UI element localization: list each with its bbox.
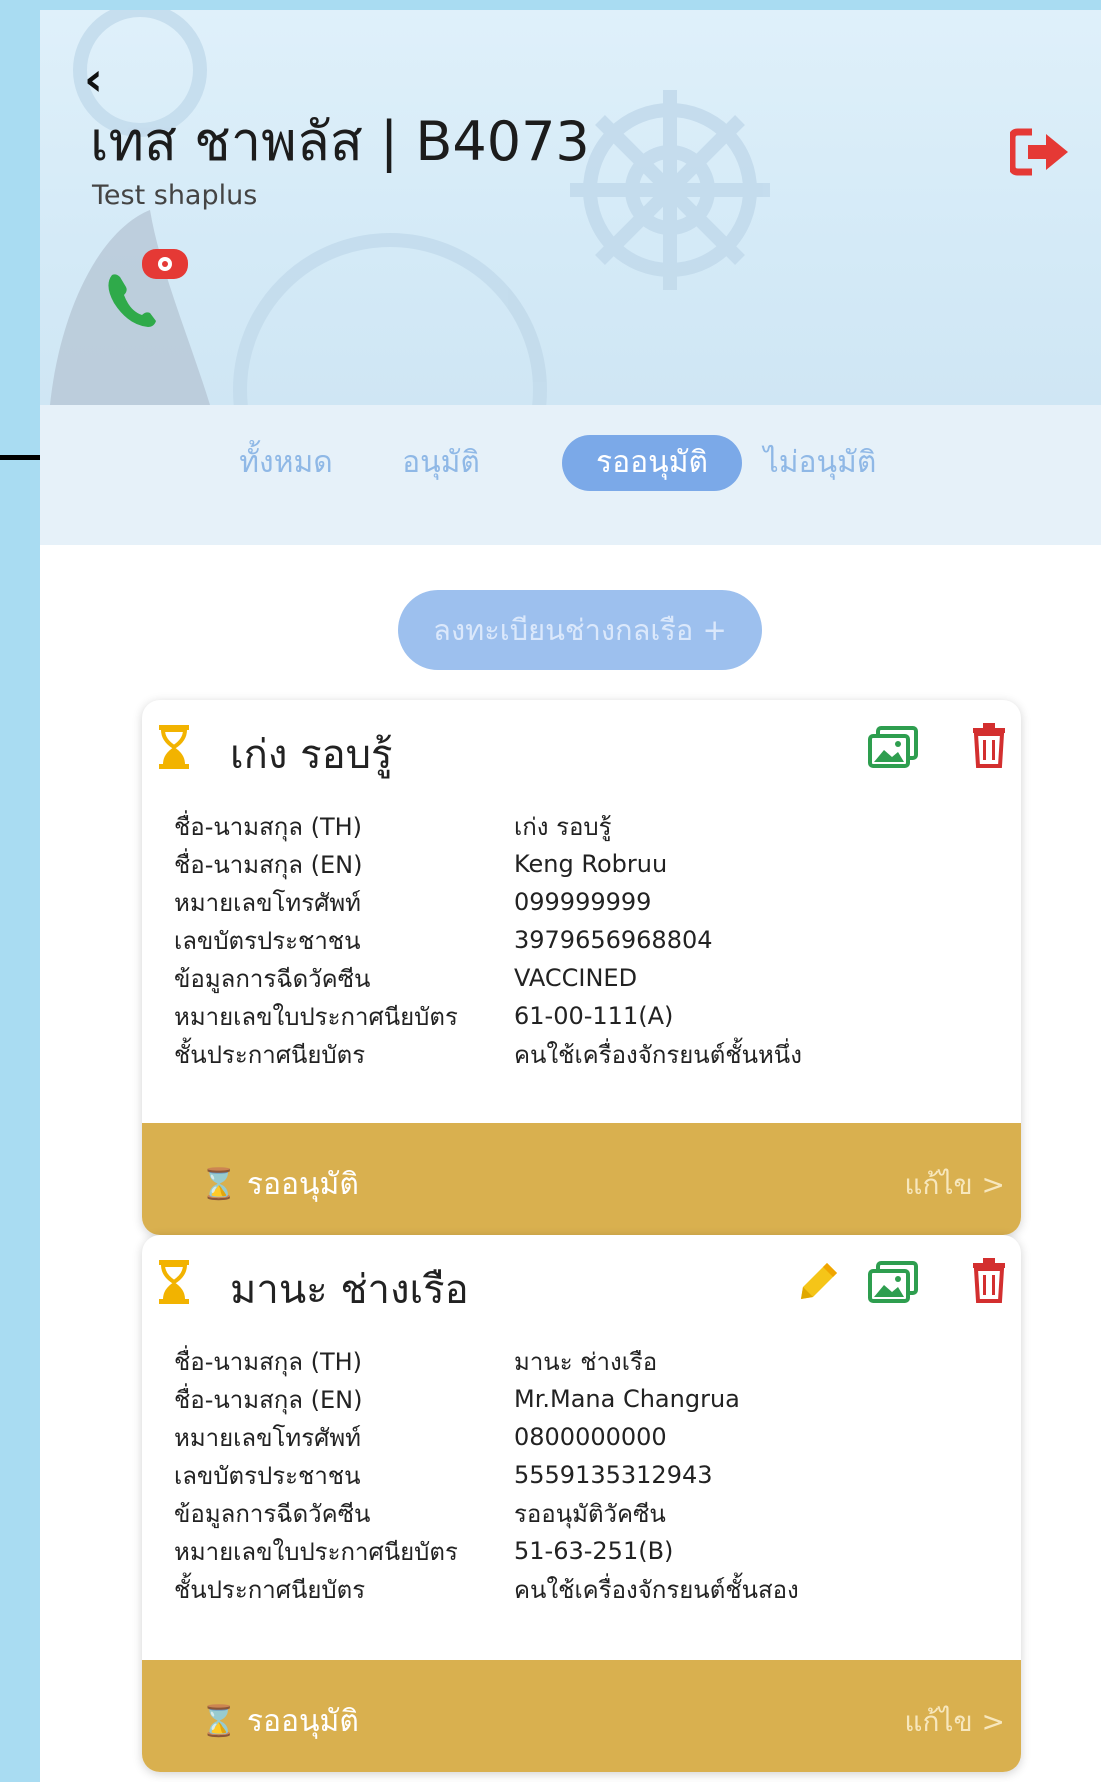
- card-details: ชื่อ-นามสกุล (TH) เก่ง รอบรู้ ชื่อ-นามสกุ…: [142, 795, 1021, 1073]
- field-label: ชื่อ-นามสกุล (EN): [174, 850, 363, 879]
- field-value: 099999999: [514, 888, 652, 916]
- engineer-card: มานะ ช่างเรือ ชื่อ-นามสกุล (TH) มานะ ช่า…: [142, 1235, 1021, 1772]
- page-subtitle: Test shaplus: [92, 180, 258, 211]
- field-label: ชื่อ-นามสกุล (TH): [174, 1347, 363, 1376]
- status-tabs: ทั้งหมด อนุมัติ รออนุมัติ ไม่อนุมัติ: [40, 405, 1101, 545]
- register-engineer-button[interactable]: ลงทะเบียนช่างกลเรือ +: [398, 590, 762, 670]
- field-label: เลขบัตรประชาชน: [174, 926, 361, 955]
- card-name: เก่ง รอบรู้: [230, 732, 393, 778]
- trash-icon[interactable]: [972, 1257, 1006, 1303]
- field-value: 5559135312943: [514, 1461, 713, 1489]
- detail-row: ชื่อ-นามสกุล (TH) มานะ ช่างเรือ: [174, 1342, 1021, 1380]
- field-label: หมายเลขใบประกาศนียบัตร: [174, 1002, 458, 1031]
- field-label: ข้อมูลการฉีดวัคซีน: [174, 1499, 371, 1528]
- tab-pending[interactable]: รออนุมัติ: [562, 435, 742, 491]
- field-value: Mr.Mana Changrua: [514, 1385, 740, 1413]
- logout-icon[interactable]: [1010, 128, 1070, 176]
- field-value: Keng Robruu: [514, 850, 668, 878]
- detail-row: ข้อมูลการฉีดวัคซีน VACCINED: [174, 959, 1021, 997]
- detail-row: ชื่อ-นามสกุล (EN) Mr.Mana Changrua: [174, 1380, 1021, 1418]
- status-label: ⌛ รออนุมัติ: [200, 1704, 359, 1739]
- card-header: เก่ง รอบรู้: [142, 700, 1021, 795]
- field-value: 61-00-111(A): [514, 1002, 674, 1030]
- edit-link[interactable]: แก้ไข >: [904, 1163, 1005, 1207]
- tab-all[interactable]: ทั้งหมด: [226, 435, 346, 491]
- field-value: รออนุมัติวัคซีน: [514, 1499, 666, 1528]
- field-label: หมายเลขโทรศัพท์: [174, 888, 361, 917]
- hourglass-icon: [159, 1260, 189, 1304]
- detail-row: เลขบัตรประชาชน 3979656968804: [174, 921, 1021, 959]
- status-text: รออนุมัติ: [246, 1704, 359, 1739]
- detail-row: ชื่อ-นามสกุล (EN) Keng Robruu: [174, 845, 1021, 883]
- field-label: หมายเลขใบประกาศนียบัตร: [174, 1537, 458, 1566]
- status-label: ⌛ รออนุมัติ: [200, 1167, 359, 1202]
- emergency-call-icon[interactable]: [102, 245, 192, 335]
- image-icon[interactable]: [868, 726, 918, 768]
- field-value: 3979656968804: [514, 926, 713, 954]
- engineer-card: เก่ง รอบรู้ ชื่อ-นามสกุล (TH) เก่ง รอบรู้…: [142, 700, 1021, 1235]
- page-title: เทส ชาพลัส | B4073: [90, 110, 590, 173]
- field-value: 0800000000: [514, 1423, 667, 1451]
- card-header: มานะ ช่างเรือ: [142, 1235, 1021, 1330]
- detail-row: หมายเลขใบประกาศนียบัตร 51-63-251(B): [174, 1532, 1021, 1570]
- field-label: ชั้นประกาศนียบัตร: [174, 1040, 366, 1069]
- card-footer: ⌛ รออนุมัติ แก้ไข >: [142, 1123, 1021, 1235]
- tab-approved[interactable]: อนุมัติ: [386, 435, 496, 491]
- field-value: 51-63-251(B): [514, 1537, 674, 1565]
- field-label: ชื่อ-นามสกุล (EN): [174, 1385, 363, 1414]
- image-icon[interactable]: [868, 1261, 918, 1303]
- field-label: ข้อมูลการฉีดวัคซีน: [174, 964, 371, 993]
- field-label: เลขบัตรประชาชน: [174, 1461, 361, 1490]
- field-value: คนใช้เครื่องจักรยนต์ชั้นหนึ่ง: [514, 1040, 802, 1069]
- detail-row: เลขบัตรประชาชน 5559135312943: [174, 1456, 1021, 1494]
- detail-row: หมายเลขใบประกาศนียบัตร 61-00-111(A): [174, 997, 1021, 1035]
- tab-rejected[interactable]: ไม่อนุมัติ: [755, 435, 885, 491]
- detail-row: หมายเลขโทรศัพท์ 099999999: [174, 883, 1021, 921]
- field-label: หมายเลขโทรศัพท์: [174, 1423, 361, 1452]
- pencil-icon[interactable]: [797, 1259, 841, 1303]
- detail-row: ชั้นประกาศนียบัตร คนใช้เครื่องจักรยนต์ชั้…: [174, 1570, 1021, 1608]
- field-value: เก่ง รอบรู้: [514, 812, 612, 841]
- card-details: ชื่อ-นามสกุล (TH) มานะ ช่างเรือ ชื่อ-นามส…: [142, 1330, 1021, 1608]
- field-label: ชั้นประกาศนียบัตร: [174, 1575, 366, 1604]
- detail-row: ชั้นประกาศนียบัตร คนใช้เครื่องจักรยนต์ชั้…: [174, 1035, 1021, 1073]
- field-value: มานะ ช่างเรือ: [514, 1347, 658, 1376]
- field-label: ชื่อ-นามสกุล (TH): [174, 812, 363, 841]
- card-footer: ⌛ รออนุมัติ แก้ไข >: [142, 1660, 1021, 1772]
- edit-link[interactable]: แก้ไข >: [904, 1700, 1005, 1744]
- back-button[interactable]: ‹: [84, 56, 103, 102]
- detail-row: ชื่อ-นามสกุล (TH) เก่ง รอบรู้: [174, 807, 1021, 845]
- header: ‹ เทส ชาพลัส | B4073 Test shaplus: [40, 10, 1101, 405]
- status-text: รออนุมัติ: [246, 1167, 359, 1202]
- detail-row: หมายเลขโทรศัพท์ 0800000000: [174, 1418, 1021, 1456]
- card-name: มานะ ช่างเรือ: [230, 1267, 469, 1313]
- app-screen: ‹ เทส ชาพลัส | B4073 Test shaplus ทั้งหม…: [40, 10, 1101, 1782]
- trash-icon[interactable]: [972, 722, 1006, 768]
- detail-row: ข้อมูลการฉีดวัคซีน รออนุมัติวัคซีน: [174, 1494, 1021, 1532]
- hourglass-icon: [159, 725, 189, 769]
- field-value: VACCINED: [514, 964, 638, 992]
- field-value: คนใช้เครื่องจักรยนต์ชั้นสอง: [514, 1575, 799, 1604]
